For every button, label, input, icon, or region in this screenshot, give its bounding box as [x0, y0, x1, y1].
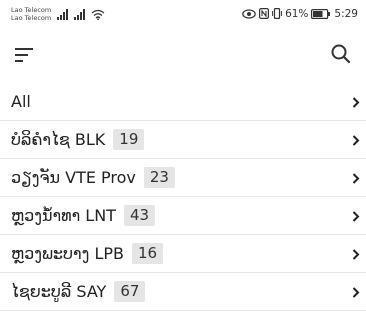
- list-item-label: ຫຼວງນ້ຳທາ LNT: [11, 206, 116, 225]
- list-item-blk[interactable]: ບໍລິຄໍາໄຊ BLK 19: [0, 121, 366, 159]
- list-item-label: All: [11, 92, 31, 111]
- battery-icon: [311, 8, 331, 19]
- list-item-say[interactable]: ໄຊຍະບູລີ SAY 67: [0, 273, 366, 311]
- carrier-1-label: Lao Telecom: [11, 5, 52, 14]
- sort-menu-button[interactable]: [14, 47, 36, 63]
- sort-menu-icon: [15, 48, 33, 62]
- carrier-names: Lao Telecom Lao Telecom: [11, 6, 51, 22]
- chevron-right-icon: [352, 173, 360, 184]
- chevron-right-icon: [352, 287, 360, 298]
- chevron-right-icon: [352, 97, 360, 108]
- search-button[interactable]: [329, 42, 353, 66]
- list-item-vte-prov[interactable]: ວຽງຈັນ VTE Prov 23: [0, 159, 366, 197]
- count-badge: 43: [123, 205, 156, 226]
- signal-strength-1-icon: [57, 8, 69, 20]
- signal-strength-2-icon: [74, 8, 86, 20]
- list-item-label: ຫຼວງພະບາງ LPB: [11, 244, 125, 263]
- list-item-lnt[interactable]: ຫຼວງນ້ຳທາ LNT 43: [0, 197, 366, 235]
- vibrate-icon: [272, 8, 282, 19]
- count-badge: 19: [113, 129, 145, 150]
- province-list: All ບໍລິຄໍາໄຊ BLK 19 ວຽງຈັນ VTE Prov 23 …: [0, 83, 366, 311]
- chevron-right-icon: [352, 135, 360, 146]
- nfc-icon: [259, 8, 270, 19]
- eye-icon: [242, 8, 256, 19]
- status-bar: Lao Telecom Lao Telecom 61% 5:29: [0, 0, 366, 27]
- wifi-icon: [91, 9, 105, 20]
- search-icon: [331, 44, 351, 64]
- app-toolbar: [0, 27, 366, 83]
- battery-percent: 61%: [285, 7, 309, 20]
- list-item-label: ໄຊຍະບູລີ SAY: [11, 282, 107, 301]
- count-badge: 23: [143, 167, 175, 188]
- carrier-2-label: Lao Telecom: [11, 13, 52, 22]
- list-item-lpb[interactable]: ຫຼວງພະບາງ LPB 16: [0, 235, 366, 273]
- list-item-all[interactable]: All: [0, 83, 366, 121]
- chevron-right-icon: [352, 211, 360, 222]
- count-badge: 16: [132, 243, 164, 264]
- signal-indicators: [57, 8, 105, 20]
- chevron-right-icon: [352, 249, 360, 260]
- count-badge: 67: [114, 281, 146, 302]
- list-item-label: ວຽງຈັນ VTE Prov: [11, 168, 136, 187]
- clock-time: 5:29: [334, 7, 358, 20]
- status-right-group: 61% 5:29: [242, 0, 358, 27]
- list-item-label: ບໍລິຄໍາໄຊ BLK: [11, 130, 106, 149]
